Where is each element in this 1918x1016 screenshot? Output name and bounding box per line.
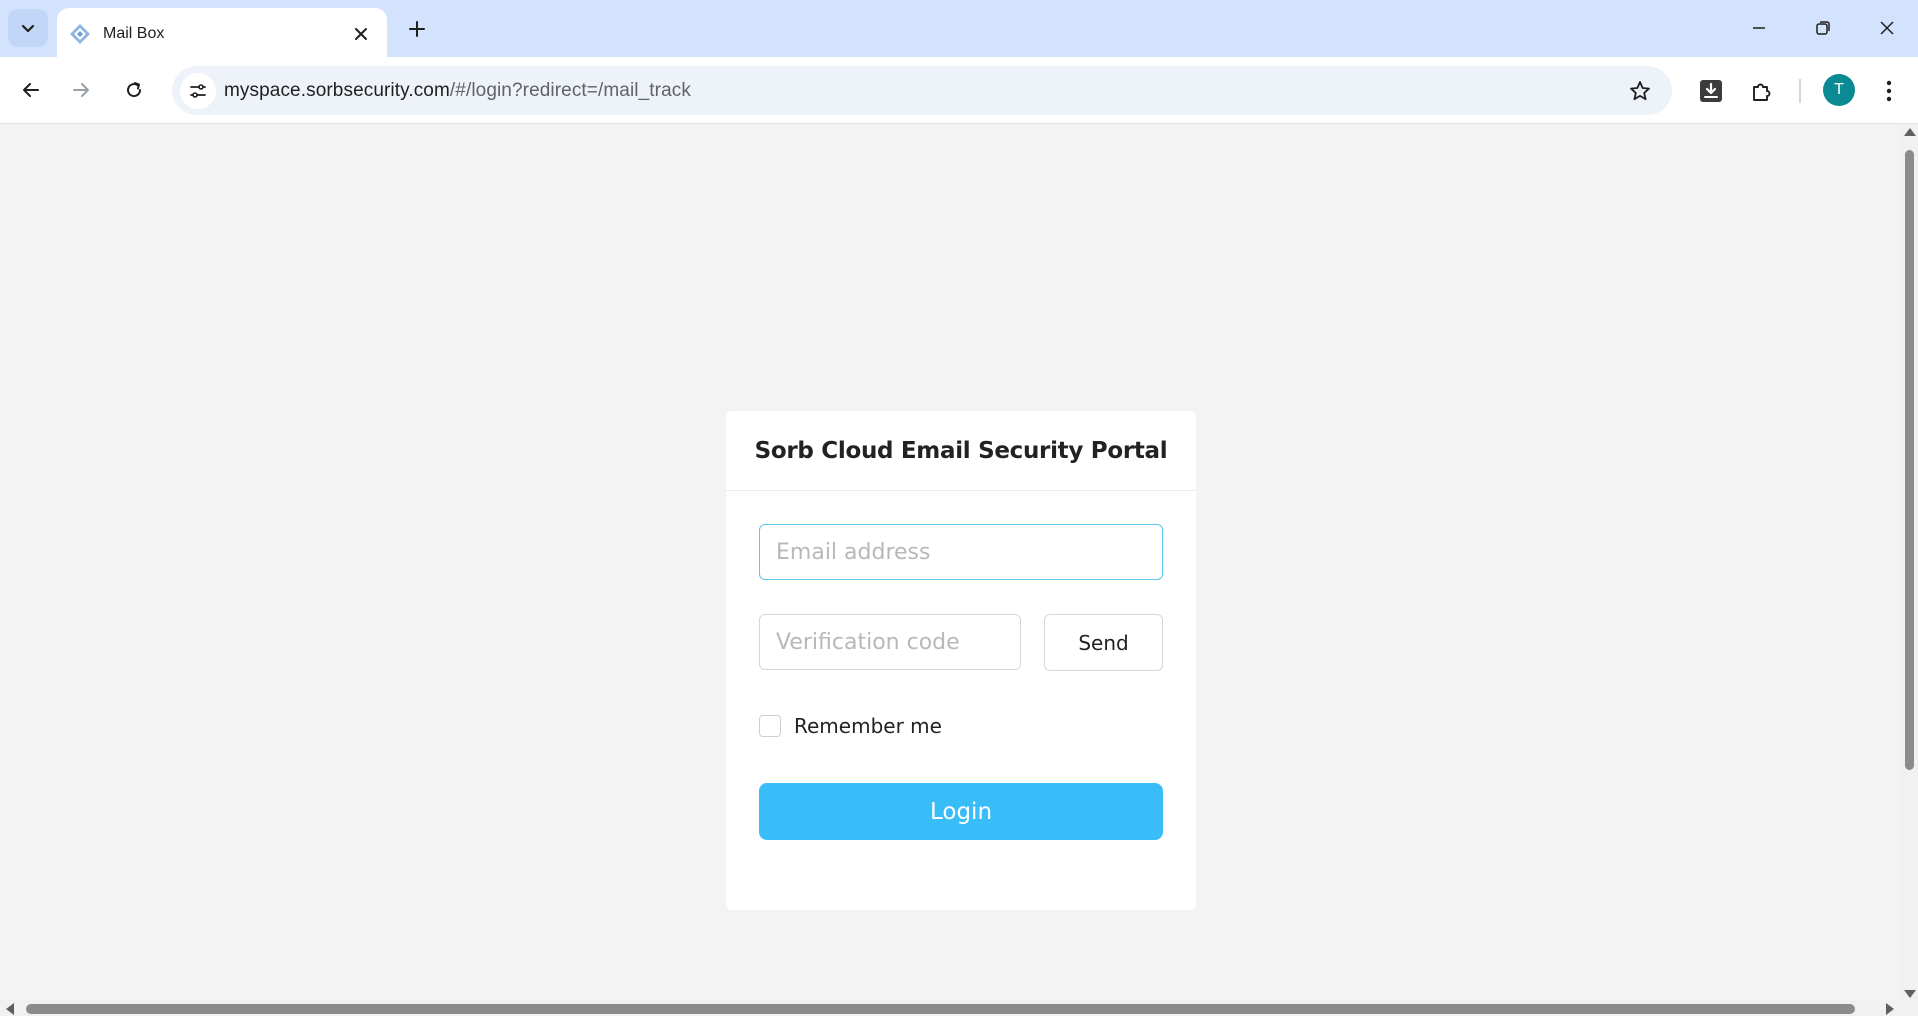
address-bar[interactable]: myspace.sorbsecurity.com/#/login?redirec…: [172, 66, 1672, 115]
portal-title: Sorb Cloud Email Security Portal: [754, 437, 1168, 464]
close-icon: [355, 28, 367, 40]
restore-button[interactable]: [1803, 10, 1843, 46]
more-menu-button[interactable]: [1873, 75, 1905, 107]
scroll-up-arrow-icon[interactable]: [1904, 128, 1916, 136]
url-path: /#/login?redirect=/mail_track: [449, 80, 691, 101]
profile-avatar[interactable]: T: [1823, 74, 1855, 106]
login-card: Sorb Cloud Email Security Portal Send Re…: [726, 411, 1196, 910]
restore-icon: [1816, 21, 1830, 35]
new-tab-button[interactable]: [402, 14, 432, 44]
download-icon: [1700, 80, 1722, 102]
browser-tab-active[interactable]: Mail Box: [57, 8, 387, 57]
window-close-icon: [1880, 21, 1894, 35]
tab-search-button[interactable]: [8, 9, 48, 47]
scrollbar-corner: [1900, 1000, 1918, 1016]
remember-me-label[interactable]: Remember me: [794, 714, 942, 738]
bookmark-star-icon: [1630, 81, 1650, 101]
tab-title: Mail Box: [103, 25, 165, 42]
extensions-button[interactable]: [1746, 75, 1778, 107]
browser-tabstrip: Mail Box: [0, 0, 1918, 57]
more-menu-icon: [1886, 80, 1892, 102]
reload-button[interactable]: [116, 72, 152, 108]
back-icon: [23, 83, 39, 97]
mailbox-favicon-icon: [70, 24, 90, 44]
url-text: myspace.sorbsecurity.com/#/login?redirec…: [224, 80, 691, 102]
minimize-button[interactable]: [1739, 10, 1779, 46]
forward-icon: [73, 83, 89, 97]
reload-icon: [127, 82, 142, 98]
toolbar-divider: [1799, 79, 1801, 103]
horizontal-scrollbar[interactable]: [0, 1000, 1900, 1016]
login-button[interactable]: Login: [759, 783, 1163, 840]
send-code-button[interactable]: Send: [1044, 614, 1163, 671]
verification-code-field[interactable]: [759, 614, 1021, 670]
tab-close-button[interactable]: [349, 22, 373, 46]
browser-toolbar: myspace.sorbsecurity.com/#/login?redirec…: [0, 57, 1918, 124]
login-card-header: Sorb Cloud Email Security Portal: [726, 411, 1196, 491]
bookmark-button[interactable]: [1626, 77, 1654, 105]
scroll-left-arrow-icon[interactable]: [6, 1003, 14, 1015]
back-button[interactable]: [13, 72, 49, 108]
new-tab-icon: [409, 21, 425, 37]
url-host: myspace.sorbsecurity.com: [224, 80, 450, 101]
download-button[interactable]: [1695, 75, 1727, 107]
scroll-down-arrow-icon[interactable]: [1904, 990, 1916, 998]
vertical-scrollbar[interactable]: [1900, 124, 1918, 1004]
minimize-icon: [1753, 27, 1765, 29]
remember-me-row[interactable]: Remember me: [759, 714, 942, 738]
forward-button[interactable]: [63, 72, 99, 108]
tab-search-icon: [21, 24, 35, 33]
vertical-scroll-thumb[interactable]: [1905, 150, 1914, 770]
remember-me-checkbox[interactable]: [759, 715, 781, 737]
extensions-icon: [1753, 83, 1771, 101]
horizontal-scroll-thumb[interactable]: [26, 1004, 1855, 1014]
site-settings-icon: [190, 84, 206, 98]
page-content: Sorb Cloud Email Security Portal Send Re…: [0, 124, 1900, 1004]
email-field[interactable]: [759, 524, 1163, 580]
scroll-right-arrow-icon[interactable]: [1886, 1003, 1894, 1015]
window-close-button[interactable]: [1867, 10, 1907, 46]
site-settings-button[interactable]: [180, 73, 216, 109]
